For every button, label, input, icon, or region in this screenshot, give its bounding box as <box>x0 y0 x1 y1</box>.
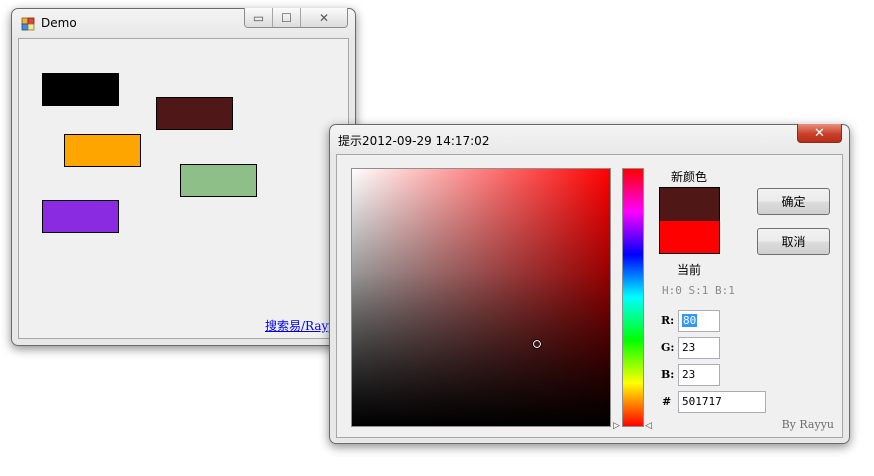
app-icon <box>21 17 35 31</box>
current-label: 当前 <box>677 263 702 277</box>
b-input[interactable]: 23 <box>678 364 720 386</box>
sv-shade <box>352 169 610 426</box>
g-input[interactable]: 23 <box>678 337 720 359</box>
r-input-value: 80 <box>682 314 698 327</box>
minimize-icon[interactable]: ▭ <box>245 8 273 27</box>
color-rect-darkred[interactable] <box>156 97 233 130</box>
byline: By Rayyu <box>781 418 834 431</box>
cancel-button[interactable]: 取消 <box>757 228 830 255</box>
window-title: Demo <box>41 16 77 30</box>
hue-slider[interactable] <box>622 168 644 427</box>
color-rect-black[interactable] <box>42 73 119 106</box>
demo-client-area: 搜索易/Rayyu <box>18 38 349 339</box>
hsb-readout: H:0 S:1 B:1 <box>662 284 735 297</box>
r-input[interactable]: 80 <box>678 310 720 332</box>
color-dialog: 提示2012-09-29 14:17:02 ✕ ▷ ◁ 新颜色 当前 H:0 S… <box>329 124 850 444</box>
dialog-title: 提示2012-09-29 14:17:02 <box>338 134 490 148</box>
ok-button[interactable]: 确定 <box>757 188 830 215</box>
saturation-value-picker[interactable] <box>351 168 611 427</box>
picker-cursor-icon[interactable] <box>532 339 542 349</box>
caption-buttons: ▭ ☐ ✕ <box>244 8 348 28</box>
hue-left-arrow-icon[interactable]: ▷ <box>613 421 620 431</box>
close-icon[interactable]: ✕ <box>301 8 347 27</box>
color-rect-green[interactable] <box>180 164 257 197</box>
dialog-client-area: ▷ ◁ 新颜色 当前 H:0 S:1 B:1 R: 80 G: 23 B: 23… <box>336 154 843 438</box>
new-color-swatch <box>659 187 720 221</box>
current-color-swatch <box>659 221 720 254</box>
new-color-label: 新颜色 <box>671 170 708 184</box>
b-label: B: <box>661 368 675 381</box>
hue-right-arrow-icon[interactable]: ◁ <box>645 421 652 431</box>
hex-label: # <box>662 395 672 408</box>
r-label: R: <box>661 314 675 327</box>
hex-input[interactable]: 501717 <box>678 391 766 413</box>
maximize-icon[interactable]: ☐ <box>273 8 301 27</box>
demo-window: Demo ▭ ☐ ✕ 搜索易/Rayyu <box>11 8 356 346</box>
close-icon[interactable]: ✕ <box>797 124 842 143</box>
color-rect-orange[interactable] <box>64 134 141 167</box>
g-label: G: <box>661 341 675 354</box>
color-rect-purple[interactable] <box>42 200 119 233</box>
